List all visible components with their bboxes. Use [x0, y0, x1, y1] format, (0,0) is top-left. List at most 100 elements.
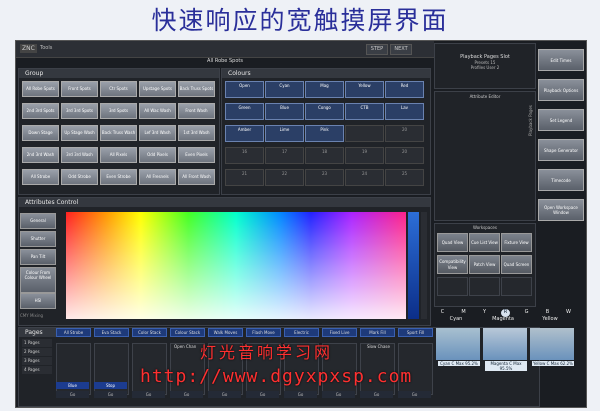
workspace-button[interactable]: Cue List View — [469, 233, 500, 252]
playback-header-button[interactable]: Fixed Live — [322, 328, 357, 337]
next-button[interactable]: NEXT — [390, 44, 412, 55]
group-button[interactable]: 3rd 3rd Wash — [61, 147, 98, 163]
right-action-button[interactable]: Edit Times — [538, 49, 584, 71]
colour-button[interactable]: Amber — [225, 125, 264, 142]
page-item[interactable]: 3 Pages — [22, 357, 52, 365]
colour-button[interactable]: 20 — [385, 147, 424, 164]
playback-header-button[interactable]: Flash Move — [246, 328, 281, 337]
colour-button[interactable]: 25 — [385, 169, 424, 186]
playback-header-button[interactable]: Walk Moves — [208, 328, 243, 337]
playback-header-button[interactable]: Color Stack — [132, 328, 167, 337]
attr-general-button[interactable]: General — [20, 213, 56, 229]
fader-go-button[interactable]: Go — [94, 391, 127, 398]
group-button[interactable]: Even Pixels — [178, 147, 215, 163]
colour-button[interactable]: 16 — [225, 147, 264, 164]
attr-shutter-button[interactable]: Shutter — [20, 231, 56, 247]
fader-go-button[interactable]: Go — [132, 391, 165, 398]
cmy-level-bar[interactable] — [436, 328, 480, 360]
group-button[interactable]: 2nd 3rd Spots — [22, 103, 59, 119]
colour-button[interactable] — [345, 125, 384, 142]
attr-hsi-button[interactable]: HSI — [20, 293, 56, 309]
colour-letter[interactable]: G — [522, 309, 531, 317]
colour-button[interactable]: Congo — [305, 103, 344, 120]
group-button[interactable]: Back Truss Wash — [100, 125, 137, 141]
fader-go-button[interactable]: Go — [398, 391, 431, 398]
group-button[interactable]: Ctr Spots — [100, 81, 137, 97]
workspace-empty-cell[interactable] — [469, 277, 500, 296]
colour-button[interactable]: 22 — [265, 169, 304, 186]
colour-button[interactable]: Mag — [305, 81, 344, 98]
cmy-level-bar[interactable] — [530, 328, 574, 360]
right-action-button[interactable]: Open Workspace Window — [538, 199, 584, 221]
tools-menu[interactable]: Tools — [40, 45, 52, 51]
colour-button[interactable]: Open — [225, 81, 264, 98]
playback-header-button[interactable]: Sport Fill — [398, 328, 433, 337]
group-button[interactable]: All Front Wash — [178, 169, 215, 185]
right-action-button[interactable]: Timecode — [538, 169, 584, 191]
group-button[interactable]: Front Spots — [61, 81, 98, 97]
workspace-button[interactable]: Fixture View — [501, 233, 532, 252]
group-button[interactable]: All Fresnels — [139, 169, 176, 185]
right-action-button[interactable]: Set Legend — [538, 109, 584, 131]
colour-picker[interactable] — [66, 212, 406, 319]
group-button[interactable]: 2nd 3rd Wash — [22, 147, 59, 163]
colour-button[interactable]: Blue — [265, 103, 304, 120]
playback-header-button[interactable]: Electric — [284, 328, 319, 337]
fader-go-button[interactable]: Go — [246, 391, 279, 398]
colour-button[interactable]: 21 — [225, 169, 264, 186]
group-button[interactable]: All Wac Wash — [139, 103, 176, 119]
intensity-slider[interactable] — [408, 212, 419, 319]
group-button[interactable]: Back Truss Spots — [178, 81, 215, 97]
playback-header-button[interactable]: Mark Fill — [360, 328, 395, 337]
group-button[interactable]: 3rd 3rd Spots — [61, 103, 98, 119]
page-item[interactable]: 4 Pages — [22, 366, 52, 374]
colour-button[interactable]: Cyan — [265, 81, 304, 98]
group-button[interactable]: 1st 3rd Wash — [178, 125, 215, 141]
group-button[interactable]: Down Stage Wash — [22, 125, 59, 141]
colour-button[interactable]: Yellow — [345, 81, 384, 98]
group-button[interactable]: All Strobe — [22, 169, 59, 185]
group-button[interactable]: Odd Strobe — [61, 169, 98, 185]
group-button[interactable]: Odd Pixels — [139, 147, 176, 163]
fader-go-button[interactable]: Go — [56, 391, 89, 398]
group-button[interactable]: Up Stage Wash — [61, 125, 98, 141]
fader-go-button[interactable]: Go — [322, 391, 355, 398]
colour-button[interactable]: 19 — [345, 147, 384, 164]
group-button[interactable]: All Pixels — [100, 147, 137, 163]
workspace-button[interactable]: Compatibility View — [437, 255, 468, 274]
workspace-empty-cell[interactable] — [437, 277, 468, 296]
attr-pantilt-button[interactable]: Pan Tilt — [20, 249, 56, 265]
right-action-button[interactable]: Shape Generator — [538, 139, 584, 161]
playback-header-button[interactable]: Eva Stack — [94, 328, 129, 337]
colour-button[interactable]: 18 — [305, 147, 344, 164]
fader-go-button[interactable]: Go — [284, 391, 317, 398]
fader-go-button[interactable]: Go — [360, 391, 393, 398]
attr-colour-button[interactable]: Colour From Colour Wheel — [20, 267, 56, 293]
playback-header-button[interactable]: All Strobe — [56, 328, 91, 337]
colour-button[interactable]: 23 — [305, 169, 344, 186]
colour-button[interactable]: Lav — [385, 103, 424, 120]
colour-button[interactable]: Green — [225, 103, 264, 120]
colour-button[interactable]: 24 — [345, 169, 384, 186]
fader-go-button[interactable]: Go — [208, 391, 241, 398]
colour-button[interactable]: Lime — [265, 125, 304, 142]
group-button[interactable]: Lef 3rd Wash — [139, 125, 176, 141]
colour-button[interactable]: 20 — [385, 125, 424, 142]
colour-button[interactable]: 17 — [265, 147, 304, 164]
group-button[interactable]: Front Wash — [178, 103, 215, 119]
step-button[interactable]: STEP — [366, 44, 388, 55]
fader-strip-blue[interactable]: Blue — [56, 382, 89, 389]
workspace-button[interactable]: Quad View — [437, 233, 468, 252]
fader-strip-blue[interactable]: Stop — [94, 382, 127, 389]
workspace-button[interactable]: Patch View — [469, 255, 500, 274]
group-button[interactable]: Even Strobe — [100, 169, 137, 185]
colour-button[interactable]: CTB — [345, 103, 384, 120]
attr-scrollbar[interactable] — [421, 212, 427, 319]
colour-button[interactable]: Pink — [305, 125, 344, 142]
group-button[interactable]: Upstage Spots — [139, 81, 176, 97]
colour-button[interactable]: Red — [385, 81, 424, 98]
workspace-empty-cell[interactable] — [501, 277, 532, 296]
group-button[interactable]: All Robe Spots — [22, 81, 59, 97]
workspace-button[interactable]: Quad Screen — [501, 255, 532, 274]
fader-go-button[interactable]: Go — [170, 391, 203, 398]
